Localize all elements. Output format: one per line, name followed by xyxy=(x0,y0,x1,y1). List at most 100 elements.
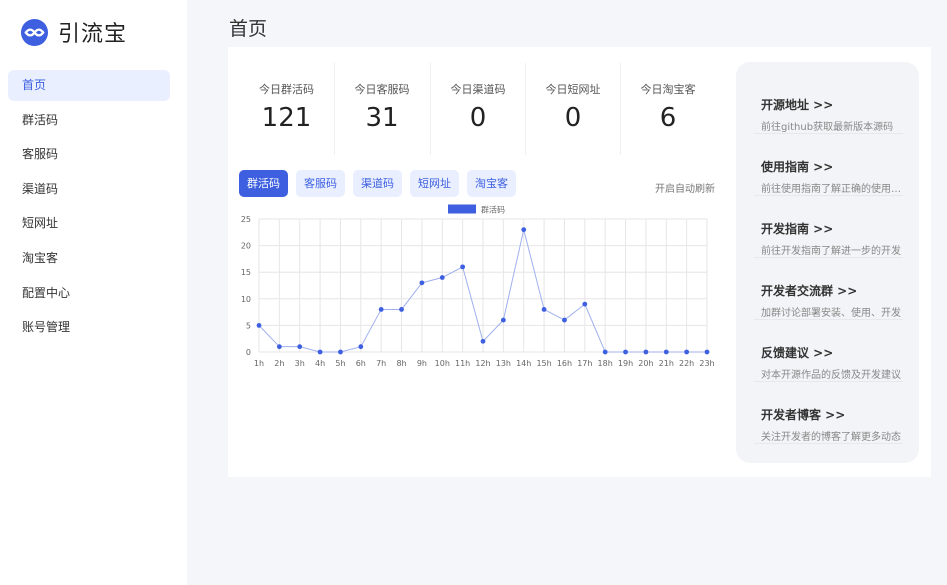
y-tick-label: 10 xyxy=(241,295,251,304)
link-desc: 关注开发者的博客了解更多动态 xyxy=(761,432,901,443)
stat-value: 0 xyxy=(469,103,487,133)
x-tick-label: 14h xyxy=(516,359,531,368)
data-point xyxy=(419,280,425,286)
link-title: 使用指南 >> xyxy=(761,160,834,174)
data-point xyxy=(602,349,608,355)
link-dev-blog[interactable]: 开发者博客 >> 关注开发者的博客了解更多动态 xyxy=(754,382,903,444)
data-point xyxy=(684,349,690,355)
stat-label: 今日客服码 xyxy=(354,83,410,96)
x-tick-label: 8h xyxy=(396,359,406,368)
data-point xyxy=(439,275,445,280)
stat-short-url: 今日短网址 0 xyxy=(525,63,620,155)
data-point xyxy=(704,349,710,355)
x-tick-label: 17h xyxy=(577,359,592,368)
link-open-source[interactable]: 开源地址 >> 前往github获取最新版本源码 xyxy=(754,72,903,134)
x-tick-label: 23h xyxy=(699,359,714,368)
link-feedback[interactable]: 反馈建议 >> 对本开源作品的反馈及开发建议 xyxy=(754,320,903,382)
tab-taobaoke[interactable]: 淘宝客 xyxy=(467,170,516,197)
stat-channel-qrcode: 今日渠道码 0 xyxy=(430,63,525,155)
sidebar-item-short-url[interactable]: 短网址 xyxy=(8,208,170,239)
x-tick-label: 3h xyxy=(295,359,305,368)
data-point xyxy=(500,317,506,323)
dashboard-card: 今日群活码 121 今日客服码 31 今日渠道码 0 今日短网址 0 今日淘宝客… xyxy=(228,47,931,477)
chart-tabs: 群活码 客服码 渠道码 短网址 淘宝客 xyxy=(239,170,524,197)
sidebar-item-service-qrcode[interactable]: 客服码 xyxy=(8,139,170,170)
link-title: 反馈建议 >> xyxy=(761,346,834,360)
page-title: 首页 xyxy=(229,18,268,40)
data-point xyxy=(317,349,323,355)
data-point xyxy=(663,349,669,355)
stat-value: 31 xyxy=(365,103,399,133)
data-point xyxy=(338,349,343,355)
sidebar-item-account[interactable]: 账号管理 xyxy=(8,312,170,343)
link-desc: 前往github获取最新版本源码 xyxy=(761,122,894,133)
stat-label: 今日短网址 xyxy=(545,83,601,96)
stat-label: 今日渠道码 xyxy=(450,83,506,96)
sidebar-item-channel-qrcode[interactable]: 渠道码 xyxy=(8,174,170,205)
sidebar-item-config-center[interactable]: 配置中心 xyxy=(8,278,170,309)
stat-label: 今日淘宝客 xyxy=(640,83,696,96)
y-tick-label: 5 xyxy=(246,321,251,330)
data-point xyxy=(399,307,404,312)
x-tick-label: 6h xyxy=(356,359,366,368)
stat-value: 121 xyxy=(261,103,312,133)
link-desc: 对本开源作品的反馈及开发建议 xyxy=(761,370,901,381)
stat-value: 6 xyxy=(659,103,677,133)
data-point xyxy=(562,317,567,323)
stat-service-qrcode: 今日客服码 31 xyxy=(334,63,429,155)
x-tick-label: 10h xyxy=(435,359,450,368)
stat-group-qrcode: 今日群活码 121 xyxy=(239,63,334,155)
stat-value: 0 xyxy=(564,103,582,133)
y-tick-label: 15 xyxy=(241,268,251,277)
legend-label: 群活码 xyxy=(481,205,505,215)
data-point xyxy=(297,344,303,350)
legend-swatch xyxy=(448,204,476,214)
x-tick-label: 18h xyxy=(598,359,613,368)
x-tick-label: 19h xyxy=(618,359,633,368)
x-tick-label: 5h xyxy=(335,359,345,368)
x-tick-label: 13h xyxy=(496,359,511,368)
y-tick-label: 25 xyxy=(241,215,251,224)
data-point xyxy=(541,307,547,312)
x-tick-label: 15h xyxy=(536,359,551,368)
x-tick-label: 21h xyxy=(659,359,674,368)
tab-group-qrcode[interactable]: 群活码 xyxy=(239,170,288,197)
data-point xyxy=(582,301,588,307)
data-point xyxy=(643,349,649,355)
sidebar-item-taobaoke[interactable]: 淘宝客 xyxy=(8,243,170,274)
x-tick-label: 20h xyxy=(638,359,653,368)
link-title: 开发者博客 >> xyxy=(761,408,846,422)
stat-taobaoke: 今日淘宝客 6 xyxy=(620,63,715,155)
data-point xyxy=(378,307,384,312)
sidebar-item-group-qrcode[interactable]: 群活码 xyxy=(8,105,170,136)
logo[interactable]: 引流宝 xyxy=(20,16,127,48)
x-tick-label: 9h xyxy=(417,359,427,368)
logo-icon xyxy=(20,18,49,46)
tab-service-qrcode[interactable]: 客服码 xyxy=(296,170,345,197)
link-dev-group[interactable]: 开发者交流群 >> 加群讨论部署安装、使用、开发 xyxy=(754,258,903,320)
x-tick-label: 1h xyxy=(254,359,264,368)
sidebar: 引流宝 首页 群活码 客服码 渠道码 短网址 淘宝客 配置中心 账号管理 xyxy=(0,0,187,585)
stat-label: 今日群活码 xyxy=(259,83,314,96)
sidebar-item-home[interactable]: 首页 xyxy=(8,70,170,101)
link-user-guide[interactable]: 使用指南 >> 前往使用指南了解正确的使用方法 xyxy=(754,134,906,196)
sidebar-nav: 首页 群活码 客服码 渠道码 短网址 淘宝客 配置中心 账号管理 xyxy=(8,70,170,347)
y-tick-label: 0 xyxy=(246,348,251,357)
link-desc: 前往开发指南了解进一步的开发 xyxy=(761,246,901,257)
auto-refresh-toggle[interactable]: 开启自动刷新 xyxy=(655,180,715,195)
x-tick-label: 22h xyxy=(679,359,694,368)
x-tick-label: 7h xyxy=(376,359,386,368)
link-dev-guide[interactable]: 开发指南 >> 前往开发指南了解进一步的开发 xyxy=(754,196,903,258)
x-tick-label: 16h xyxy=(557,359,572,368)
tab-channel-qrcode[interactable]: 渠道码 xyxy=(353,170,402,197)
tab-short-url[interactable]: 短网址 xyxy=(410,170,459,197)
line-chart: 0 5 10 15 20 25 1h 2h 3h 4h 5h 6h 7h 8h 9h 10h 11h 12h 13h… xyxy=(241,204,715,368)
data-point xyxy=(521,227,527,233)
x-tick-label: 2h xyxy=(274,359,284,368)
link-title: 开源地址 >> xyxy=(761,98,834,112)
data-point xyxy=(256,323,262,328)
data-point xyxy=(358,344,364,350)
link-desc: 前往使用指南了解正确的使用方法 xyxy=(761,184,906,195)
x-tick-label: 11h xyxy=(455,359,470,368)
link-desc: 加群讨论部署安装、使用、开发 xyxy=(761,308,901,319)
